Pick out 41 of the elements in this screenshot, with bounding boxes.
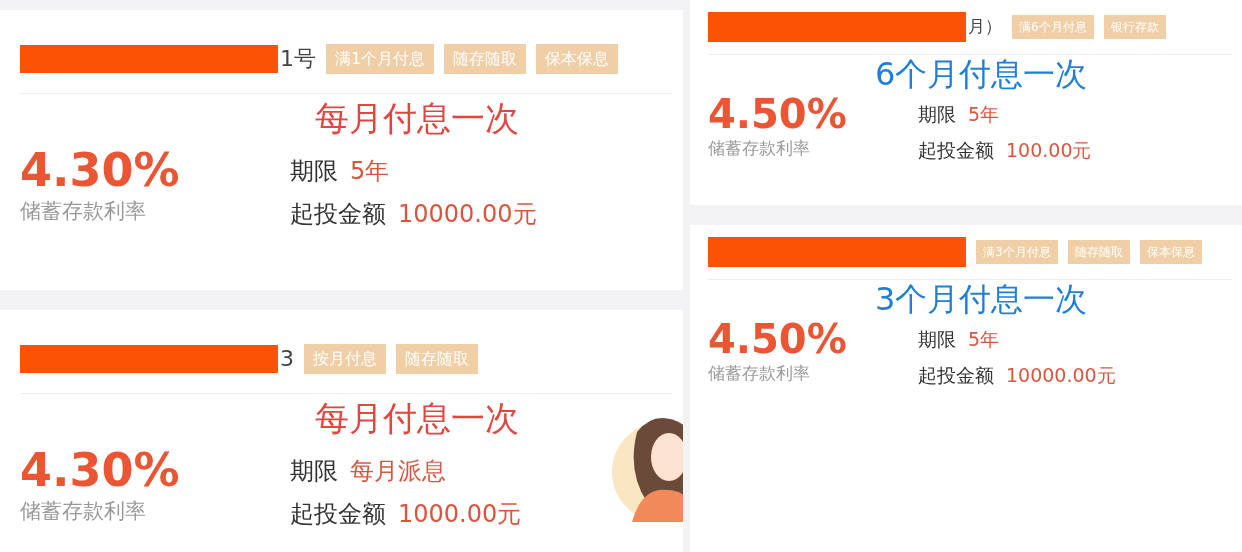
term-label: 期限 bbox=[918, 326, 956, 352]
term-value: 5年 bbox=[968, 326, 1000, 352]
rate-label: 储蓄存款利率 bbox=[708, 138, 810, 159]
min-amount-value: 1000.00元 bbox=[398, 499, 522, 530]
annotation-text: 3个月付息一次 bbox=[875, 282, 1089, 318]
tag: 保本保息 bbox=[1139, 240, 1202, 264]
min-amount-value: 10000.00元 bbox=[1006, 363, 1116, 389]
term-label: 期限 bbox=[290, 455, 338, 487]
product-title: 月） bbox=[968, 15, 1002, 39]
tag: 随存随取 bbox=[396, 343, 478, 374]
term-value: 5年 bbox=[350, 155, 390, 187]
interest-rate: 4.30% bbox=[20, 443, 180, 498]
term-label: 期限 bbox=[918, 101, 956, 127]
min-amount-value: 10000.00元 bbox=[398, 199, 537, 230]
term-value: 每月派息 bbox=[350, 455, 446, 487]
tag: 满1个月付息 bbox=[326, 43, 435, 74]
min-amount-label: 起投金额 bbox=[918, 138, 994, 164]
tag: 满6个月付息 bbox=[1012, 15, 1094, 39]
min-amount-label: 起投金额 bbox=[290, 499, 386, 530]
min-amount-label: 起投金额 bbox=[290, 199, 386, 230]
rate-label: 储蓄存款利率 bbox=[708, 363, 810, 384]
interest-rate: 4.30% bbox=[20, 143, 180, 198]
interest-rate: 4.50% bbox=[708, 316, 847, 363]
tag: 满3个月付息 bbox=[976, 240, 1058, 264]
annotation-text: 6个月付息一次 bbox=[875, 57, 1089, 93]
annotation-text: 每月付息一次 bbox=[315, 100, 520, 138]
tag: 随存随取 bbox=[444, 43, 527, 74]
tag: 银行存款 bbox=[1103, 15, 1166, 39]
min-amount-label: 起投金额 bbox=[918, 363, 994, 389]
term-label: 期限 bbox=[290, 155, 338, 187]
tag: 保本保息 bbox=[536, 43, 619, 74]
interest-rate: 4.50% bbox=[708, 91, 847, 138]
rate-label: 储蓄存款利率 bbox=[20, 199, 146, 223]
rate-label: 储蓄存款利率 bbox=[20, 499, 146, 523]
annotation-text: 每月付息一次 bbox=[315, 400, 520, 438]
min-amount-value: 100.00元 bbox=[1006, 138, 1092, 164]
tag: 随存随取 bbox=[1067, 240, 1130, 264]
product-title: 3 bbox=[280, 345, 294, 373]
product-title: 1号 bbox=[280, 45, 316, 73]
term-value: 5年 bbox=[968, 101, 1000, 127]
tag: 按月付息 bbox=[304, 343, 386, 374]
